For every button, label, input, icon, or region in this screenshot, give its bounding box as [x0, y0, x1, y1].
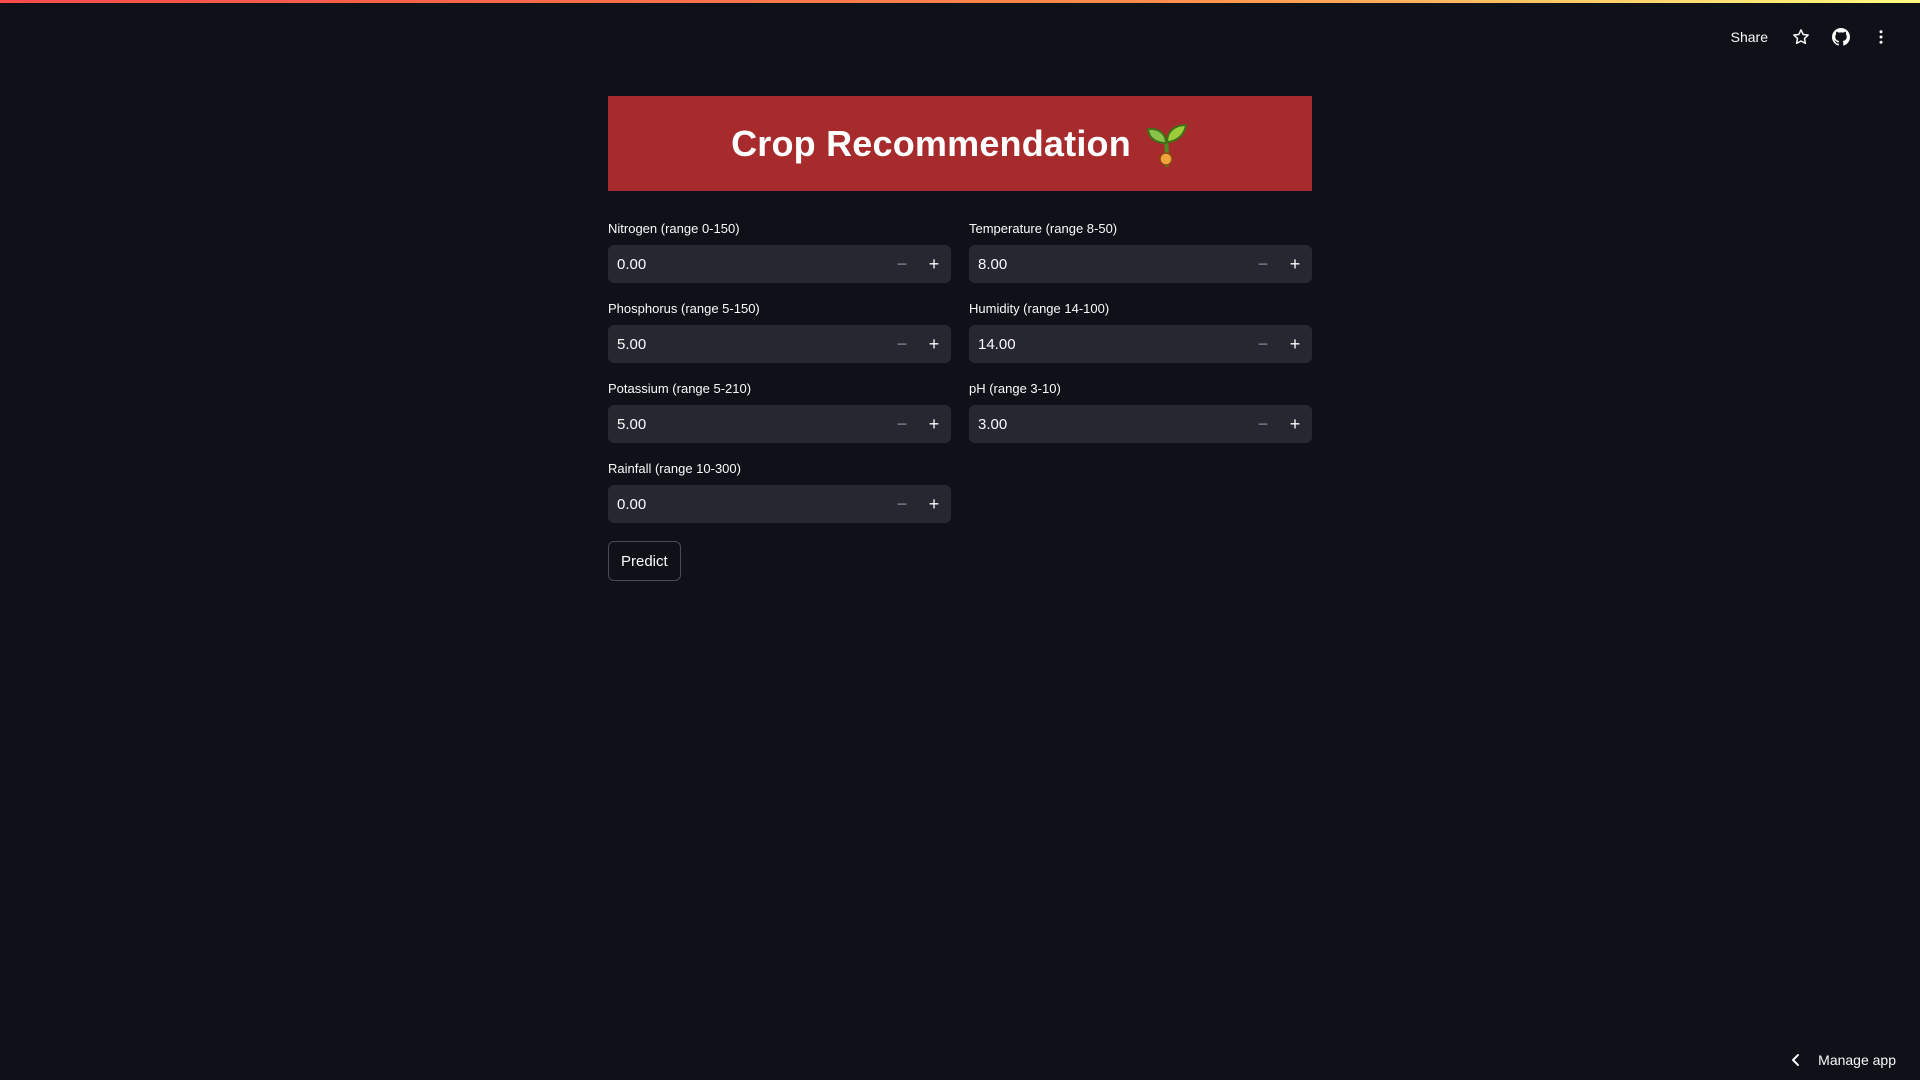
potassium-field: Potassium (range 5-210) − + — [608, 381, 951, 443]
rainfall-stepper: − + — [608, 485, 951, 523]
rainfall-label: Rainfall (range 10-300) — [608, 461, 741, 476]
humidity-stepper: − + — [969, 325, 1312, 363]
header-toolbar: Share — [1727, 22, 1892, 52]
potassium-stepper: − + — [608, 405, 951, 443]
temperature-label: Temperature (range 8-50) — [969, 221, 1118, 236]
page-title: Crop Recommendation — [731, 122, 1131, 164]
ph-label: pH (range 3-10) — [969, 381, 1061, 396]
ph-stepper: − + — [969, 405, 1312, 443]
minus-icon[interactable]: − — [1247, 245, 1279, 283]
plus-icon[interactable]: + — [1279, 245, 1311, 283]
minus-icon[interactable]: − — [1247, 325, 1279, 363]
phosphorus-field: Phosphorus (range 5-150) − + — [608, 301, 951, 363]
humidity-field: Humidity (range 14-100) − + — [969, 301, 1312, 363]
temperature-field: Temperature (range 8-50) − + — [969, 221, 1312, 283]
minus-icon[interactable]: − — [1247, 405, 1279, 443]
predict-button[interactable]: Predict — [608, 541, 681, 581]
nitrogen-input[interactable] — [608, 245, 886, 283]
plus-icon[interactable]: + — [1279, 325, 1311, 363]
ph-field: pH (range 3-10) − + — [969, 381, 1312, 443]
temperature-stepper: − + — [969, 245, 1312, 283]
minus-icon[interactable]: − — [886, 405, 918, 443]
plus-icon[interactable]: + — [918, 485, 950, 523]
title-banner: Crop Recommendation — [608, 96, 1312, 191]
potassium-input[interactable] — [608, 405, 886, 443]
rainfall-input[interactable] — [608, 485, 886, 523]
plus-icon[interactable]: + — [918, 245, 950, 283]
minus-icon[interactable]: − — [886, 485, 918, 523]
nitrogen-field: Nitrogen (range 0-150) − + — [608, 221, 951, 283]
minus-icon[interactable]: − — [886, 245, 918, 283]
phosphorus-input[interactable] — [608, 325, 886, 363]
share-button[interactable]: Share — [1727, 25, 1772, 49]
chevron-left-icon — [1792, 1054, 1800, 1066]
plus-icon[interactable]: + — [1279, 405, 1311, 443]
phosphorus-stepper: − + — [608, 325, 951, 363]
github-icon[interactable] — [1830, 26, 1852, 48]
temperature-input[interactable] — [969, 245, 1247, 283]
phosphorus-label: Phosphorus (range 5-150) — [608, 301, 760, 316]
input-grid: Nitrogen (range 0-150) − + Temperature (… — [608, 221, 1312, 523]
nitrogen-label: Nitrogen (range 0-150) — [608, 221, 740, 236]
ph-input[interactable] — [969, 405, 1247, 443]
humidity-label: Humidity (range 14-100) — [969, 301, 1110, 316]
main-content: Crop Recommendation Nitrogen (range 0-15… — [608, 96, 1312, 581]
plus-icon[interactable]: + — [918, 405, 950, 443]
seedling-icon — [1146, 123, 1188, 167]
plus-icon[interactable]: + — [918, 325, 950, 363]
top-decoration-bar — [0, 0, 1920, 3]
more-vert-icon[interactable] — [1870, 26, 1892, 48]
rainfall-field: Rainfall (range 10-300) − + — [608, 461, 951, 523]
manage-app-button[interactable]: Manage app — [1790, 1052, 1896, 1068]
humidity-input[interactable] — [969, 325, 1247, 363]
nitrogen-stepper: − + — [608, 245, 951, 283]
manage-app-label: Manage app — [1818, 1052, 1896, 1068]
potassium-label: Potassium (range 5-210) — [608, 381, 752, 396]
star-icon[interactable] — [1790, 26, 1812, 48]
minus-icon[interactable]: − — [886, 325, 918, 363]
